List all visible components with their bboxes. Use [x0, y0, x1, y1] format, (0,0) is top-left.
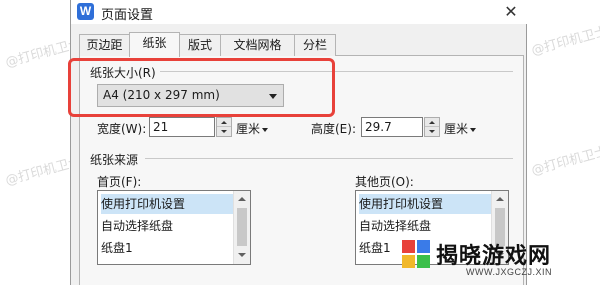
list-item[interactable]: 使用打印机设置 [359, 194, 491, 214]
scrollbar[interactable] [233, 191, 250, 264]
scrollbar-thumb[interactable] [237, 208, 247, 246]
site-logo: 揭晓游戏网 WWW.JXGCZJ.XIN [402, 238, 592, 282]
first-page-label: 首页(F): [97, 175, 142, 189]
increment-icon[interactable] [425, 118, 439, 127]
decrement-icon[interactable] [217, 127, 231, 136]
watermark-text: @打印机卫士 [529, 24, 600, 59]
height-label: 高度(E): [311, 122, 356, 136]
height-value: 29.7 [365, 120, 392, 134]
scroll-up-icon[interactable] [234, 191, 250, 207]
decrement-icon[interactable] [425, 127, 439, 136]
list-item[interactable]: 使用打印机设置 [101, 194, 233, 214]
title-bar: W 页面设置 ✕ [71, 0, 528, 24]
caret-down-icon [262, 127, 269, 132]
height-unit-label: 厘米 [444, 122, 469, 136]
increment-icon[interactable] [217, 118, 231, 127]
other-pages-label: 其他页(O): [355, 175, 414, 189]
height-unit-dropdown[interactable]: 厘米 [444, 120, 477, 137]
puzzle-logo-icon [402, 240, 430, 268]
width-value: 21 [153, 120, 169, 134]
scroll-down-icon[interactable] [234, 248, 250, 264]
tab-margins[interactable]: 页边距 [79, 34, 130, 56]
list-item[interactable]: 自动选择纸盘 [359, 216, 491, 236]
scroll-up-icon[interactable] [492, 191, 508, 207]
logo-brand-text: 揭晓游戏网 [436, 244, 552, 269]
paper-source-label: 纸张来源 [90, 151, 143, 168]
width-field[interactable]: 21 [149, 117, 215, 137]
watermark-text: @打印机卫士 [529, 144, 600, 179]
tab-layout[interactable]: 版式 [179, 34, 221, 56]
dialog-title: 页面设置 [101, 8, 154, 23]
tab-paper[interactable]: 纸张 [129, 32, 180, 57]
height-stepper[interactable] [424, 117, 440, 137]
width-label: 宽度(W): [97, 122, 147, 136]
height-field[interactable]: 29.7 [361, 117, 423, 137]
close-button[interactable]: ✕ [495, 0, 527, 24]
highlight-annotation [68, 58, 335, 117]
list-item[interactable]: 自动选择纸盘 [101, 216, 233, 236]
width-unit-label: 厘米 [236, 122, 261, 136]
first-page-listbox[interactable]: 使用打印机设置 自动选择纸盘 纸盘1 [97, 190, 251, 265]
tab-document-grid[interactable]: 文档网格 [220, 34, 295, 56]
list-item[interactable]: 纸盘1 [101, 238, 233, 258]
width-unit-dropdown[interactable]: 厘米 [236, 120, 269, 137]
tab-columns[interactable]: 分栏 [294, 34, 336, 56]
logo-url-text: WWW.JXGCZJ.XIN [466, 267, 552, 277]
width-stepper[interactable] [216, 117, 232, 137]
wps-writer-icon: W [77, 3, 94, 20]
caret-down-icon [470, 127, 477, 132]
paper-source-divider [145, 158, 513, 159]
